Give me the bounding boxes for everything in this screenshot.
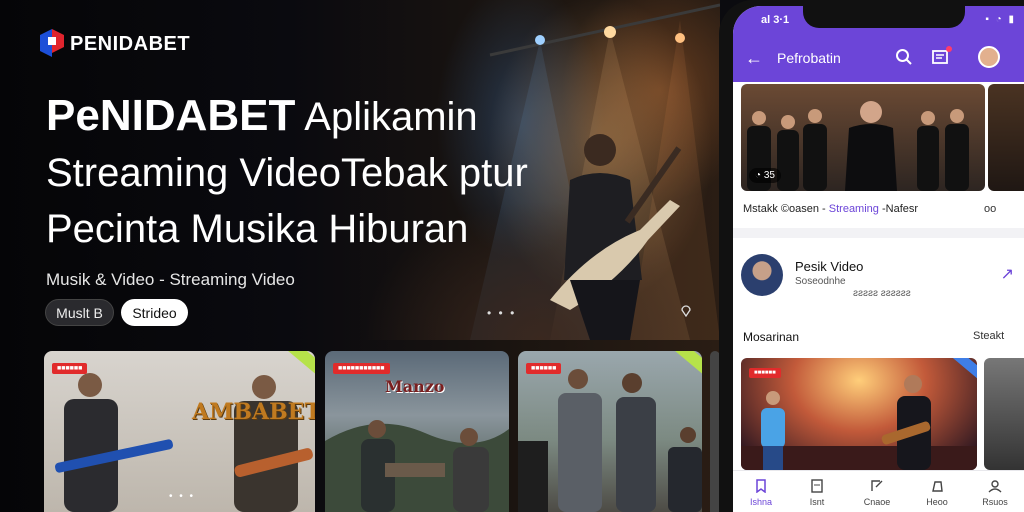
nav-item-create[interactable]: Cnaoe [853, 479, 901, 507]
video-thumbnail[interactable]: ■■■■■■ [518, 351, 702, 512]
music-icon [932, 481, 943, 492]
nav-label: Ishna [749, 497, 773, 507]
list-icon [811, 479, 823, 493]
phone-notch [803, 6, 965, 28]
live-tag: ■■■■■■ [52, 363, 88, 374]
thumbnail-title: AMBABET [192, 399, 315, 425]
phone-mockup: al 3·1 ▪ ◔ ▮ ← Pefrobatin ◔ 35 Mstakk ©o… [719, 0, 1024, 512]
live-tag: ■■■■■■ [749, 368, 781, 378]
headline-line-2: Streaming VideoTebak ptur [46, 151, 528, 195]
standing-men-image [518, 369, 702, 512]
hero-subtitle: Musik & Video - Streaming Video [46, 270, 295, 289]
channel-avatar [741, 254, 783, 296]
concert-video-card[interactable]: ■■■■■■ [741, 358, 977, 470]
headline-line-1: Aplikamin [295, 95, 478, 139]
hero-banner: PENIDABET PeNIDABET Aplikamin Streaming … [0, 0, 720, 512]
status-icons: ▪ ◔ ▮ [985, 14, 1016, 25]
list-item-title: Pesik Video [795, 259, 864, 274]
video-thumbnail[interactable]: ■■■■■■ AMBABET • • • [44, 351, 315, 512]
category-pill-video[interactable]: Strideo [121, 299, 188, 326]
search-icon[interactable] [895, 48, 913, 66]
band-performers-image [55, 373, 313, 512]
nav-item-home[interactable]: Ishna [737, 479, 785, 507]
featured-video-card[interactable]: ◔ 35 [741, 84, 985, 191]
video-thumbnail[interactable]: ■■■■■■■■■■■ Manzo [325, 351, 509, 512]
nav-label: Rsuos [982, 497, 1008, 507]
location-pin-icon[interactable] [680, 305, 692, 317]
more-options-button[interactable]: oo [984, 203, 996, 215]
brand-logo[interactable]: PENIDABET [40, 27, 190, 61]
caption-link[interactable]: Streaming [829, 203, 879, 215]
hero-headline: PeNIDABET Aplikamin Streaming VideoTebak… [46, 88, 606, 257]
bookmark-icon [756, 479, 766, 493]
category-pill-music[interactable]: Muslt B [45, 299, 114, 326]
section-divider [733, 228, 1024, 238]
concert-video-card-partial[interactable] [984, 358, 1024, 470]
lakeside-musicians-image [325, 420, 509, 512]
live-tag: ■■■■■■■■■■■ [333, 363, 390, 374]
headline-brand: PeNIDABET [46, 91, 296, 140]
phone-screen: al 3·1 ▪ ◔ ▮ ← Pefrobatin ◔ 35 Mstakk ©o… [733, 6, 1024, 512]
list-item-meta: ƨƨƨƨƨ ƨƨƨƨƨƨ [853, 288, 911, 299]
nav-label: Isnt [809, 497, 825, 507]
thumbnail-dots[interactable]: • • • [169, 491, 195, 502]
app-title: Pefrobatin [777, 50, 841, 66]
section-more-link[interactable]: Steakt [973, 330, 1004, 342]
nav-label: Heoo [926, 497, 948, 507]
featured-video-card-partial[interactable] [988, 84, 1024, 191]
back-button[interactable]: ← [745, 48, 763, 69]
nav-label: Cnaoe [863, 497, 891, 507]
carousel-pager[interactable]: • • • [487, 306, 516, 320]
section-title: Mosarinan [743, 330, 800, 344]
app-bar: ← Pefrobatin [733, 36, 1024, 82]
status-time: al 3·1 [761, 14, 790, 26]
open-arrow-icon[interactable]: ↗ [1001, 264, 1014, 284]
featured-caption: Mstakk ©oasen - Streaming -Nafesr [743, 203, 918, 215]
live-tag: ■■■■■■ [526, 363, 562, 374]
caption-prefix: Mstakk ©oasen - [743, 203, 826, 215]
logo-text: PENIDABET [70, 32, 191, 55]
nav-item-list[interactable]: Isnt [793, 479, 841, 507]
profile-icon [988, 480, 1002, 493]
nav-item-profile[interactable]: Rsuos [971, 479, 1019, 507]
view-count-badge: ◔ 35 [749, 168, 781, 183]
edit-icon [871, 480, 883, 491]
thumbnail-title: Manzo [385, 377, 445, 396]
headline-line-3: Pecinta Musika Hiburan [46, 207, 469, 251]
nav-item-music[interactable]: Heoo [913, 479, 961, 507]
user-avatar[interactable] [978, 46, 1000, 68]
caption-suffix: -Nafesr [881, 203, 919, 215]
list-item[interactable]: Pesik Video Soseodnhe ƨƨƨƨƨ ƨƨƨƨƨƨ ↗ [741, 252, 1016, 300]
list-item-subtitle: Soseodnhe [795, 276, 846, 287]
bottom-navigation: Ishna Isnt Cnaoe Heoo Rsuos [733, 470, 1024, 512]
logo-icon [40, 29, 64, 57]
notification-dot [946, 46, 952, 52]
